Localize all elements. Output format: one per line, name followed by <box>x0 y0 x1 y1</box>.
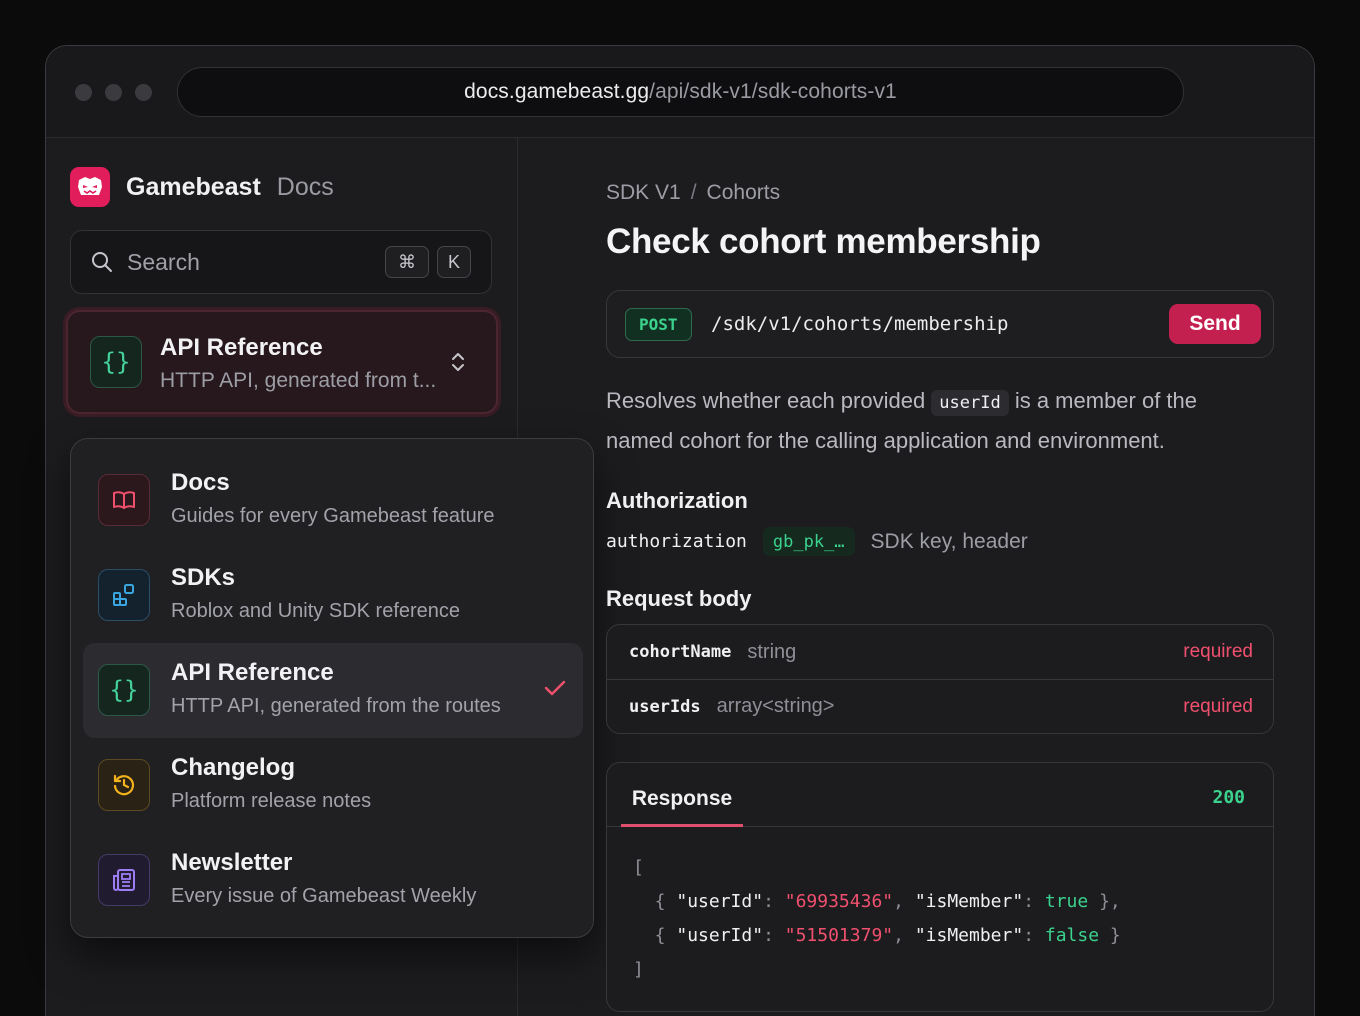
json-bool: false <box>1044 925 1100 946</box>
dropdown-item-title: Changelog <box>171 754 295 781</box>
required-badge: required <box>1183 695 1253 717</box>
newspaper-icon <box>98 854 150 906</box>
dropdown-item-subtitle: HTTP API, generated from the routes <box>171 695 501 717</box>
auth-key-description: SDK key, header <box>870 529 1028 553</box>
send-button[interactable]: Send <box>1169 304 1261 344</box>
request-body-table: cohortName string required userIds array… <box>606 624 1274 734</box>
window-maximize-dot[interactable] <box>135 84 152 101</box>
response-header: Response 200 <box>607 763 1273 827</box>
field-type: array<string> <box>716 695 835 717</box>
breadcrumb: SDK V1 / Cohorts <box>606 181 780 205</box>
description-text: Resolves whether each provided <box>606 388 932 413</box>
auth-key-value: gb_pk_… <box>762 527 855 556</box>
search-placeholder: Search <box>127 248 200 275</box>
json-key: "isMember" <box>914 925 1024 946</box>
dropdown-item-subtitle: Platform release notes <box>171 790 372 812</box>
dropdown-item-title: Docs <box>171 469 230 496</box>
book-icon <box>98 474 150 526</box>
json-open-bracket: [ <box>633 857 644 878</box>
method-badge: POST <box>625 308 692 341</box>
authorization-heading: Authorization <box>606 488 748 513</box>
section-selector[interactable]: {} API Reference HTTP API, generated fro… <box>66 310 498 414</box>
check-icon <box>543 676 567 705</box>
selector-title: API Reference <box>160 334 323 361</box>
json-bool: true <box>1044 891 1089 912</box>
tab-response[interactable]: Response <box>621 787 743 827</box>
brand-name: Gamebeast <box>126 172 261 201</box>
dropdown-item-subtitle: Guides for every Gamebeast feature <box>171 505 495 527</box>
json-key: "userId" <box>676 891 764 912</box>
dropdown-item-title: API Reference <box>171 659 334 686</box>
dropdown-item-subtitle: Every issue of Gamebeast Weekly <box>171 885 477 907</box>
braces-icon: {} <box>98 664 150 716</box>
response-panel: Response 200 [ { "userId": "69935436", "… <box>606 762 1274 1012</box>
brand[interactable]: Gamebeast Docs <box>70 167 334 207</box>
window-close-dot[interactable] <box>75 84 92 101</box>
request-body-heading: Request body <box>606 586 752 611</box>
dropdown-item-api-reference[interactable]: {} API Reference HTTP API, generated fro… <box>83 643 583 738</box>
breadcrumb-current[interactable]: Cohorts <box>707 181 781 204</box>
json-key: "isMember" <box>914 891 1024 912</box>
field-name: cohortName <box>629 642 732 662</box>
chevron-up-down-icon <box>448 350 468 375</box>
json-string: "69935436" <box>784 891 894 912</box>
breadcrumb-parent[interactable]: SDK V1 <box>606 181 681 204</box>
endpoint-description: Resolves whether each provided userId is… <box>606 382 1266 460</box>
search-input[interactable]: Search ⌘ K <box>70 230 492 294</box>
section-dropdown: Docs Guides for every Gamebeast feature … <box>70 438 594 938</box>
response-json: [ { "userId": "69935436", "isMember": tr… <box>633 857 1121 980</box>
breadcrumb-separator: / <box>690 181 697 204</box>
json-close-bracket: ] <box>633 959 644 980</box>
required-badge: required <box>1183 641 1253 662</box>
shortcut-command-key: ⌘ <box>385 246 429 278</box>
auth-key-name: authorization <box>606 531 747 552</box>
selector-subtitle: HTTP API, generated from t... <box>160 369 437 392</box>
dropdown-item-title: SDKs <box>171 564 236 591</box>
braces-icon: {} <box>90 336 142 388</box>
dropdown-item-changelog[interactable]: Changelog Platform release notes <box>83 738 583 833</box>
main-panel: SDK V1 / Cohorts Check cohort membership P… <box>606 0 1276 1016</box>
blocks-icon <box>98 569 150 621</box>
search-icon <box>92 252 112 272</box>
window-minimize-dot[interactable] <box>105 84 122 101</box>
endpoint-bar: POST /sdk/v1/cohorts/membership Send <box>606 290 1274 358</box>
dropdown-item-docs[interactable]: Docs Guides for every Gamebeast feature <box>83 453 583 548</box>
table-row: userIds array<string> required <box>607 679 1273 733</box>
status-code-badge: 200 <box>1212 787 1245 808</box>
table-row: cohortName string required <box>607 625 1273 679</box>
dropdown-item-sdks[interactable]: SDKs Roblox and Unity SDK reference <box>83 548 583 643</box>
page-title: Check cohort membership <box>606 222 1041 261</box>
field-name: userIds <box>629 696 701 717</box>
shortcut-k-key: K <box>437 246 471 278</box>
gamebeast-logo-icon <box>70 167 110 207</box>
field-type: string <box>747 640 797 663</box>
dropdown-item-title: Newsletter <box>171 849 293 876</box>
history-icon <box>98 759 150 811</box>
brand-section: Docs <box>276 172 334 201</box>
dropdown-item-subtitle: Roblox and Unity SDK reference <box>171 600 461 622</box>
json-key: "userId" <box>676 925 764 946</box>
dropdown-item-newsletter[interactable]: Newsletter Every issue of Gamebeast Week… <box>83 833 583 928</box>
inline-code: userId <box>931 390 1009 416</box>
endpoint-path: /sdk/v1/cohorts/membership <box>711 313 1009 335</box>
json-string: "51501379" <box>784 925 894 946</box>
authorization-row: authorization gb_pk_… SDK key, header <box>606 527 1028 556</box>
